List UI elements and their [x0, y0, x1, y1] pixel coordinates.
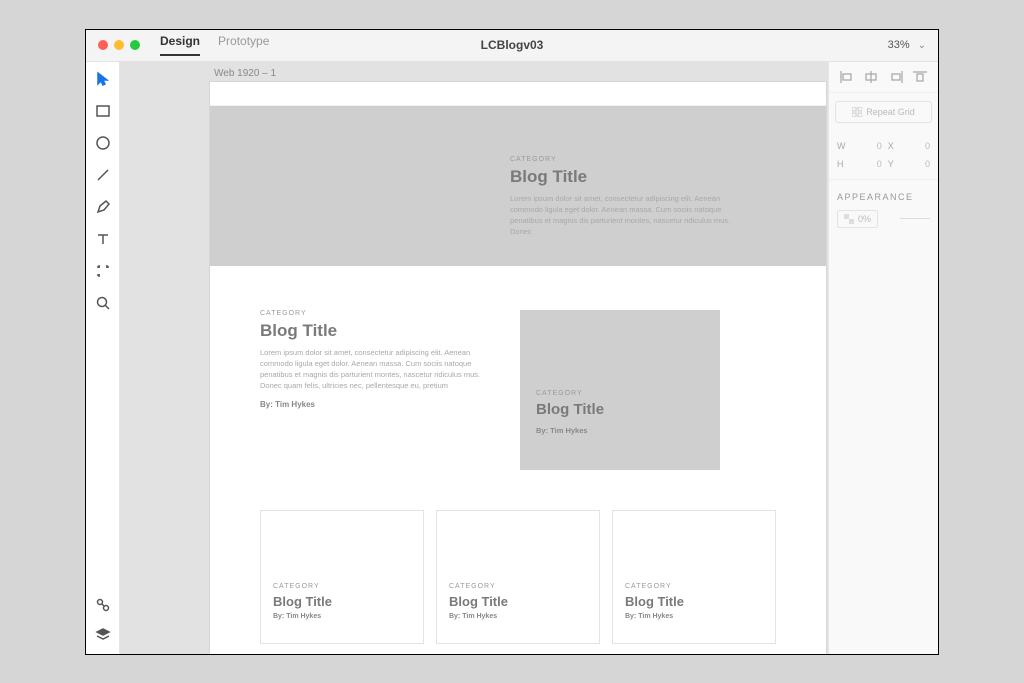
hero-body: Lorem ipsum dolor sit amet, consectetur … [510, 193, 750, 238]
card: CATEGORY Blog Title By: Tim Hykes [612, 510, 776, 644]
line-tool-icon[interactable] [94, 166, 112, 184]
feature-byline: By: Tim Hykes [260, 400, 490, 409]
card-byline: By: Tim Hykes [449, 613, 587, 620]
align-tools [829, 62, 938, 93]
maximize-icon[interactable] [130, 40, 140, 50]
card-title: Blog Title [625, 594, 763, 609]
zoom-control[interactable]: 33% ⌄ [888, 39, 926, 51]
y-value[interactable]: 0 [900, 159, 930, 169]
mock-feature-row: CATEGORY Blog Title Lorem ipsum dolor si… [210, 266, 826, 500]
top-toolbar: Design Prototype LCBlogv03 33% ⌄ [86, 30, 938, 62]
feature-img-byline: By: Tim Hykes [536, 426, 704, 435]
card: CATEGORY Blog Title By: Tim Hykes [260, 510, 424, 644]
align-right-icon[interactable] [888, 70, 904, 84]
artboard-label[interactable]: Web 1920 – 1 [214, 68, 276, 79]
x-label: X [888, 141, 894, 151]
document-title: LCBlogv03 [481, 38, 544, 52]
appearance-label: APPEARANCE [829, 180, 938, 210]
repeat-grid-label: Repeat Grid [866, 107, 915, 117]
opacity-input[interactable]: 0% [837, 210, 878, 228]
card-category: CATEGORY [449, 583, 587, 590]
mock-navbar [210, 82, 826, 106]
inspector-panel: Repeat Grid W 0 X 0 H 0 Y 0 APPEARANCE 0… [828, 62, 938, 654]
feature-text-block: CATEGORY Blog Title Lorem ipsum dolor si… [260, 310, 490, 470]
feature-image-block: CATEGORY Blog Title By: Tim Hykes [520, 310, 720, 470]
zoom-value: 33% [888, 39, 910, 51]
close-icon[interactable] [98, 40, 108, 50]
w-value[interactable]: 0 [852, 141, 882, 151]
ellipse-tool-icon[interactable] [94, 134, 112, 152]
artboard-tool-icon[interactable] [94, 262, 112, 280]
feature-category: CATEGORY [260, 310, 490, 317]
card-category: CATEGORY [273, 583, 411, 590]
h-value[interactable]: 0 [852, 159, 882, 169]
opacity-value: 0% [858, 214, 871, 224]
card-byline: By: Tim Hykes [625, 613, 763, 620]
y-label: Y [888, 159, 894, 169]
mock-hero: CATEGORY Blog Title Lorem ipsum dolor si… [210, 106, 826, 266]
card-byline: By: Tim Hykes [273, 613, 411, 620]
repeat-grid-button[interactable]: Repeat Grid [835, 101, 932, 123]
w-label: W [837, 141, 846, 151]
text-tool-icon[interactable] [94, 230, 112, 248]
align-left-icon[interactable] [839, 70, 855, 84]
tab-design[interactable]: Design [160, 34, 200, 56]
zoom-tool-icon[interactable] [94, 294, 112, 312]
tab-prototype[interactable]: Prototype [218, 34, 269, 56]
mock-card-row: CATEGORY Blog Title By: Tim Hykes CATEGO… [210, 500, 826, 654]
feature-body: Lorem ipsum dolor sit amet, consectetur … [260, 347, 500, 392]
mode-tabs: Design Prototype [160, 34, 269, 56]
window-controls [98, 40, 140, 50]
hero-title: Blog Title [510, 167, 826, 187]
opacity-slider[interactable] [900, 218, 930, 219]
app-body: Web 1920 – 1 CATEGORY Blog Title Lorem i… [86, 62, 938, 654]
align-center-h-icon[interactable] [863, 70, 879, 84]
hero-category: CATEGORY [510, 156, 826, 163]
tool-sidebar [86, 62, 120, 654]
pen-tool-icon[interactable] [94, 198, 112, 216]
dimensions-section: W 0 X 0 H 0 Y 0 [829, 131, 938, 180]
h-label: H [837, 159, 846, 169]
layers-icon[interactable] [94, 626, 112, 644]
card-category: CATEGORY [625, 583, 763, 590]
x-value[interactable]: 0 [900, 141, 930, 151]
app-window: Design Prototype LCBlogv03 33% ⌄ Web 192… [85, 29, 939, 655]
feature-img-category: CATEGORY [536, 390, 704, 397]
feature-img-title: Blog Title [536, 401, 704, 418]
feature-title: Blog Title [260, 321, 490, 341]
chevron-down-icon: ⌄ [918, 40, 926, 51]
rectangle-tool-icon[interactable] [94, 102, 112, 120]
card: CATEGORY Blog Title By: Tim Hykes [436, 510, 600, 644]
opacity-row: 0% [829, 210, 938, 240]
canvas[interactable]: Web 1920 – 1 CATEGORY Blog Title Lorem i… [120, 62, 828, 654]
card-title: Blog Title [449, 594, 587, 609]
artboard[interactable]: CATEGORY Blog Title Lorem ipsum dolor si… [210, 82, 826, 654]
minimize-icon[interactable] [114, 40, 124, 50]
card-title: Blog Title [273, 594, 411, 609]
select-tool-icon[interactable] [94, 70, 112, 88]
align-top-icon[interactable] [912, 70, 928, 84]
assets-icon[interactable] [94, 596, 112, 614]
